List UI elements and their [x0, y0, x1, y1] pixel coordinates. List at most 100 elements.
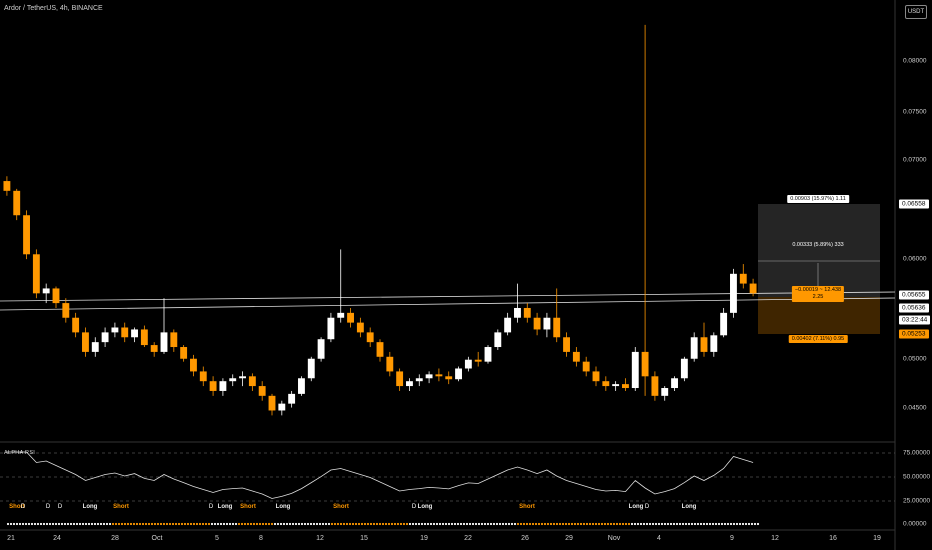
target-label[interactable]: 0.00903 (15.97%) 1.11	[787, 195, 849, 203]
signal-dot	[315, 522, 319, 526]
signal-dot	[306, 522, 310, 526]
time-tick: 5	[215, 535, 219, 542]
signal-dot	[39, 522, 43, 526]
signal-dot	[516, 522, 520, 526]
long-signal: Long	[82, 504, 98, 510]
signal-dot	[312, 522, 316, 526]
signal-dot	[159, 522, 163, 526]
candle-body	[641, 351, 649, 377]
signal-dot	[18, 522, 22, 526]
signal-dot	[27, 522, 31, 526]
long-signal: Long	[628, 504, 644, 510]
signal-dot	[225, 522, 229, 526]
signal-dot	[69, 522, 73, 526]
signal-dot	[207, 522, 211, 526]
price-tick: 0.04500	[903, 404, 927, 412]
price-chart[interactable]	[0, 0, 932, 550]
tradingview-chart[interactable]: Ardor / TetherUS, 4h, BINANCE USDT 0.080…	[0, 0, 932, 550]
symbol-title[interactable]: Ardor / TetherUS, 4h, BINANCE	[4, 5, 103, 12]
mid-label: 0.00333 (5.89%) 333	[792, 242, 844, 248]
signal-dot	[501, 522, 505, 526]
signal-dot	[591, 522, 595, 526]
signal-dot	[204, 522, 208, 526]
candle-body	[504, 317, 512, 333]
candle-body	[710, 335, 718, 352]
signal-dot	[114, 522, 118, 526]
signal-dot	[603, 522, 607, 526]
stop-label[interactable]: 0.00402 (7.11%) 0.95	[788, 335, 848, 343]
candle-body	[563, 337, 570, 352]
signal-dot	[444, 522, 448, 526]
signal-dot	[579, 522, 583, 526]
candle-body	[111, 327, 119, 333]
candle-body	[386, 356, 394, 372]
signal-dot	[219, 522, 223, 526]
signal-dot	[327, 522, 331, 526]
signal-dot	[474, 522, 478, 526]
time-tick: 22	[464, 535, 472, 542]
signal-dot	[480, 522, 484, 526]
candle-body	[91, 342, 99, 352]
signal-dot	[336, 522, 340, 526]
short-signal: Short	[240, 504, 256, 510]
signal-dot	[675, 522, 679, 526]
signal-dot	[240, 522, 244, 526]
candle-body	[366, 332, 374, 343]
signal-dot	[144, 522, 148, 526]
signal-dot	[606, 522, 610, 526]
currency-button[interactable]: USDT	[905, 5, 927, 19]
signal-dot	[81, 522, 85, 526]
signal-dot	[360, 522, 364, 526]
signal-dot	[57, 522, 61, 526]
candle-body	[3, 181, 11, 191]
rsi-level: 75.00000	[903, 449, 931, 457]
signal-dot	[171, 522, 175, 526]
signal-dot	[726, 522, 730, 526]
long-signal: Long	[217, 504, 233, 510]
signal-dot	[420, 522, 424, 526]
signal-dot	[687, 522, 691, 526]
candle-body	[680, 358, 688, 379]
signal-dot	[405, 522, 409, 526]
candle-body	[288, 393, 296, 404]
signal-dot	[483, 522, 487, 526]
signal-dot	[663, 522, 667, 526]
price-tick: 0.08000	[903, 57, 927, 65]
signal-dot	[426, 522, 430, 526]
candle-body	[52, 288, 60, 304]
candle-body	[415, 378, 423, 382]
signal-dot	[168, 522, 172, 526]
time-tick: 9	[730, 535, 734, 542]
signal-dot	[6, 522, 10, 526]
signal-dot	[408, 522, 412, 526]
candle-body	[307, 358, 315, 379]
signal-dot	[48, 522, 52, 526]
candle-body	[494, 332, 502, 348]
signal-dot	[129, 522, 133, 526]
signal-dot	[750, 522, 754, 526]
candle-body	[32, 254, 40, 294]
candle-body	[435, 374, 443, 377]
time-tick: 29	[565, 535, 573, 542]
candle-body	[72, 317, 80, 333]
signal-dot	[30, 522, 34, 526]
signal-dot	[519, 522, 523, 526]
signal-dot	[489, 522, 493, 526]
signal-dot	[681, 522, 685, 526]
signal-dot	[354, 522, 358, 526]
candle-body	[425, 374, 433, 379]
entry-label[interactable]: −0.00019 ~ 12.438 2.25	[791, 286, 845, 302]
signal-dot	[246, 522, 250, 526]
candle-body	[160, 332, 168, 352]
signal-dot	[162, 522, 166, 526]
candle-body	[239, 376, 246, 379]
indicator-title[interactable]: ALPHA RSI	[4, 450, 35, 456]
signal-dot	[210, 522, 214, 526]
signal-dot	[471, 522, 475, 526]
signal-dot	[468, 522, 472, 526]
candle-body	[553, 317, 561, 338]
signal-dot	[645, 522, 649, 526]
signal-dot	[12, 522, 16, 526]
signal-dot	[36, 522, 40, 526]
signal-dot	[75, 522, 79, 526]
